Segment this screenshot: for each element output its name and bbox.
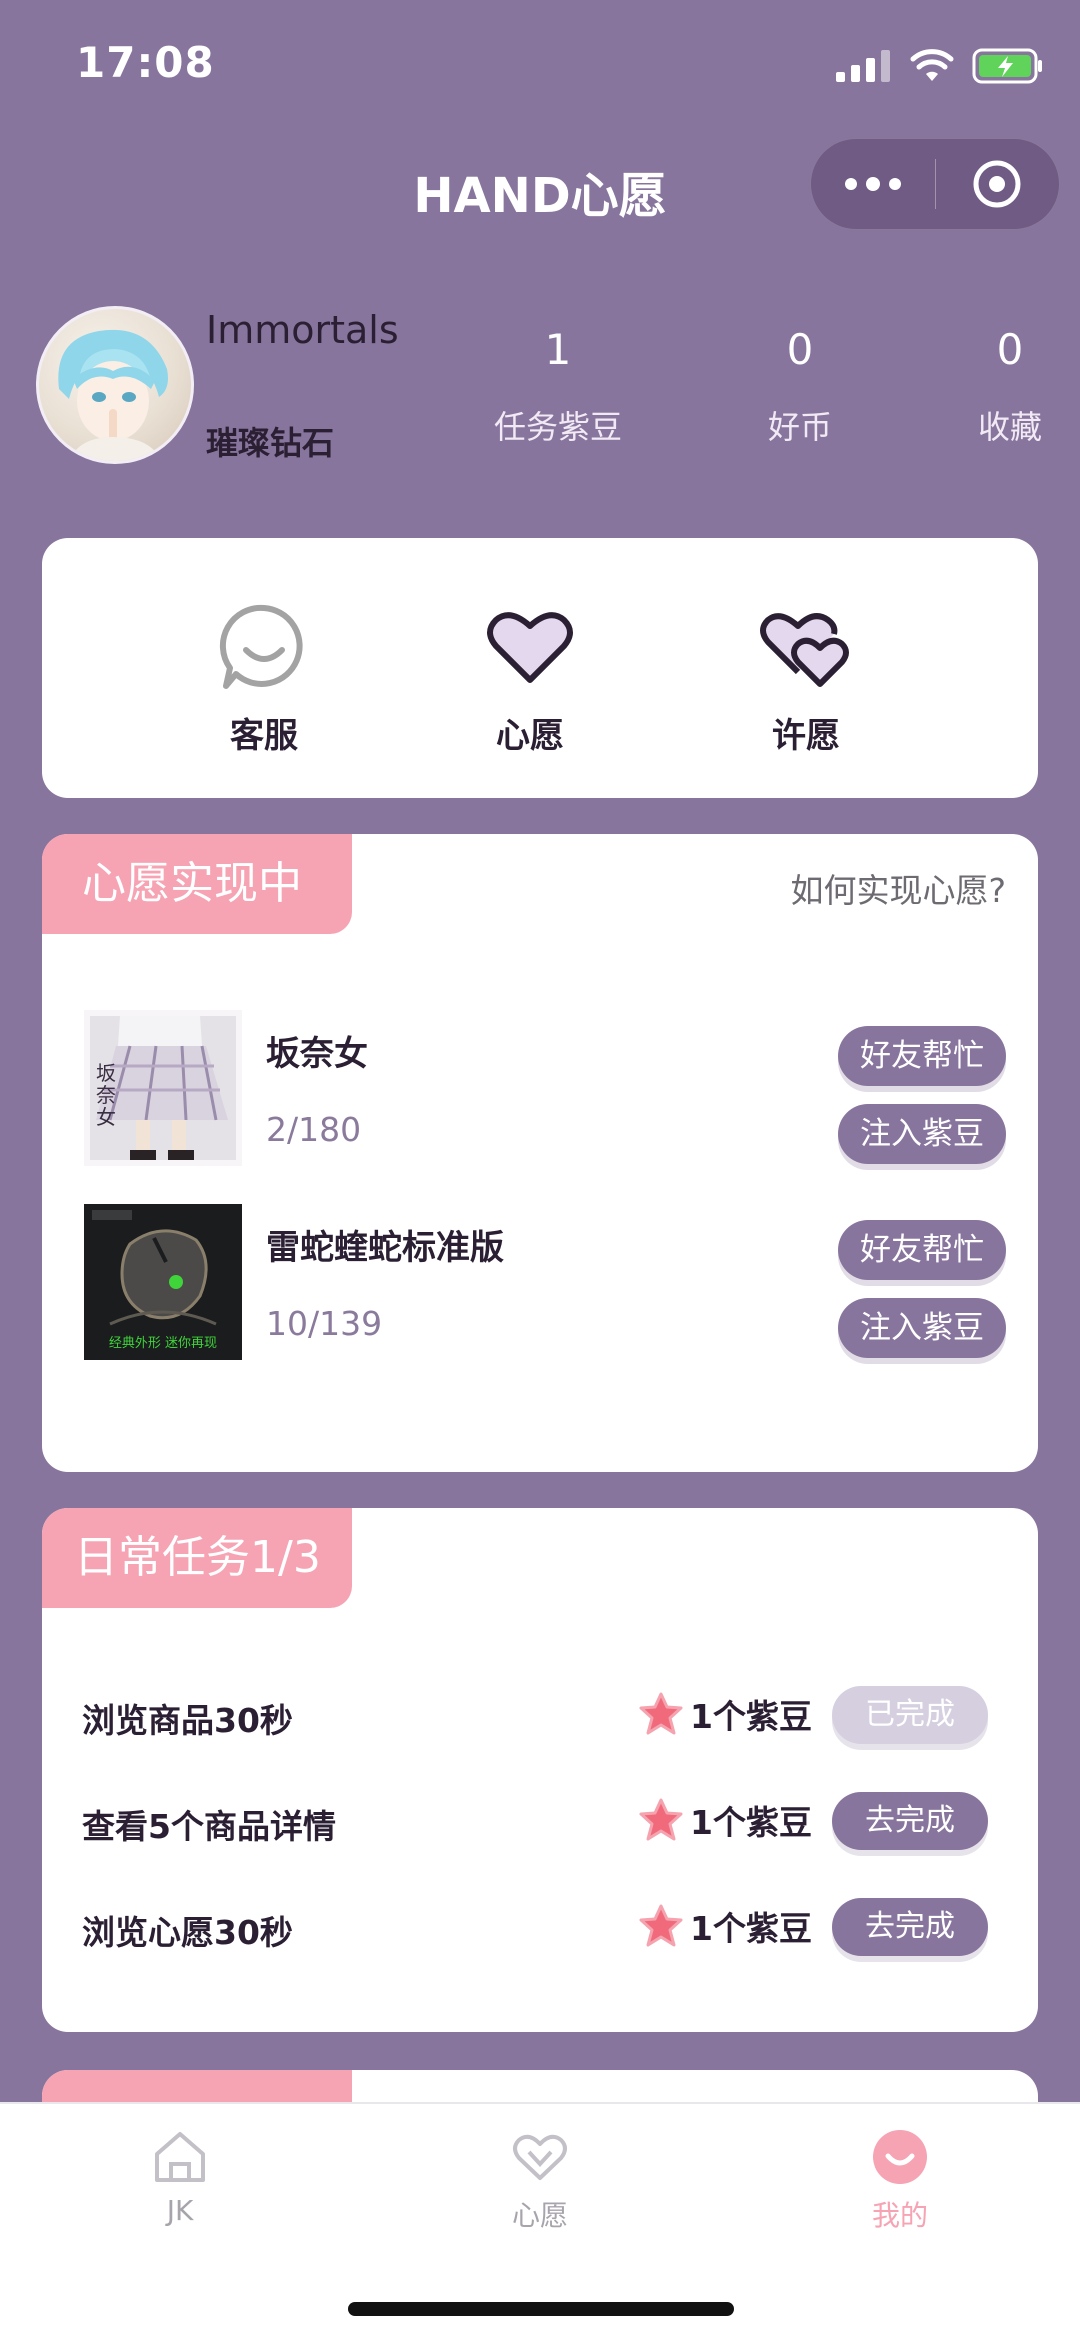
- stat-value: 0: [996, 325, 1024, 374]
- username: Immortals: [206, 308, 399, 352]
- quick-action-make-wish[interactable]: 许愿: [706, 598, 906, 757]
- wish-thumbnail[interactable]: 经典外形 迷你再现: [84, 1204, 242, 1360]
- thumb-caption: 坂奈女: [96, 1061, 116, 1129]
- friend-help-button[interactable]: 好友帮忙: [838, 1026, 1006, 1086]
- stat-favorites[interactable]: 0 收藏: [930, 320, 1080, 448]
- quick-action-label: 客服: [230, 716, 298, 756]
- tab-jk[interactable]: JK: [80, 2128, 280, 2227]
- more-button[interactable]: [811, 138, 935, 230]
- wish-progress: 2/180: [266, 1110, 362, 1149]
- smile-icon: [873, 2130, 927, 2184]
- task-name: 浏览心愿30秒: [82, 1913, 293, 1952]
- star-icon: [639, 1798, 683, 1841]
- chat-smile-icon: [219, 604, 303, 689]
- quick-action-wish[interactable]: 心愿: [430, 598, 630, 757]
- star-icon: [639, 1904, 683, 1947]
- tab-wish[interactable]: 心愿: [440, 2128, 640, 2234]
- task-name: 查看5个商品详情: [82, 1807, 336, 1846]
- stat-label: 任务紫豆: [493, 408, 622, 446]
- heart-outline-icon: [513, 2134, 567, 2180]
- quick-actions-card: 客服 心愿 许愿: [42, 538, 1038, 798]
- section-tag: 心愿实现中: [42, 834, 352, 934]
- target-icon: [973, 160, 1021, 208]
- wish-progress: 10/139: [266, 1304, 383, 1343]
- wish-progress-card: 心愿实现中 如何实现心愿? 坂奈女 坂奈女 2/180 好友帮忙 注入紫豆 经典…: [42, 834, 1038, 1472]
- double-heart-icon: [760, 613, 849, 687]
- quick-action-service[interactable]: 客服: [164, 598, 364, 757]
- stat-coins[interactable]: 0 好币: [720, 320, 880, 448]
- task-go-button[interactable]: 去完成: [832, 1792, 988, 1850]
- more-dots-icon: [844, 177, 901, 191]
- task-reward: 1个紫豆: [638, 1796, 812, 1844]
- heart-icon: [487, 612, 573, 683]
- section-tag: 日常任务1/3: [42, 1508, 352, 1608]
- tab-label: JK: [166, 2194, 194, 2227]
- stat-label: 收藏: [977, 408, 1042, 446]
- inject-beans-button[interactable]: 注入紫豆: [838, 1104, 1006, 1164]
- home-icon: [155, 2132, 205, 2182]
- quick-action-label: 许愿: [772, 716, 840, 756]
- friend-help-button[interactable]: 好友帮忙: [838, 1220, 1006, 1280]
- tab-label: 心愿: [511, 2199, 568, 2232]
- tab-label: 我的: [871, 2199, 928, 2232]
- task-reward: 1个紫豆: [638, 1902, 812, 1950]
- wish-name: 雷蛇蝰蛇标准版: [266, 1228, 504, 1268]
- status-icons: [836, 46, 1044, 86]
- battery-icon: [972, 48, 1042, 84]
- task-name: 浏览商品30秒: [82, 1701, 293, 1740]
- user-rank: 璀璨钻石: [206, 424, 335, 462]
- star-icon: [639, 1692, 683, 1735]
- inject-beans-button[interactable]: 注入紫豆: [838, 1298, 1006, 1358]
- wifi-icon: [910, 49, 954, 81]
- close-miniprogram-button[interactable]: [936, 138, 1060, 230]
- reward-text: 1个紫豆: [690, 1909, 812, 1948]
- avatar[interactable]: [36, 306, 194, 464]
- wish-name: 坂奈女: [266, 1034, 368, 1074]
- daily-tasks-card: 日常任务1/3 浏览商品30秒 1个紫豆 已完成 查看5个商品详情 1个紫豆 去…: [42, 1508, 1038, 2032]
- task-reward: 1个紫豆: [638, 1690, 812, 1738]
- how-to-wish-link[interactable]: 如何实现心愿?: [790, 864, 1006, 912]
- quick-action-label: 心愿: [496, 716, 564, 756]
- task-go-button[interactable]: 去完成: [832, 1898, 988, 1956]
- stat-value: 0: [786, 325, 814, 374]
- stat-label: 好币: [767, 408, 832, 446]
- tab-mine[interactable]: 我的: [800, 2128, 1000, 2234]
- avatar-illustration: [58, 329, 168, 461]
- miniprogram-capsule: [810, 138, 1060, 230]
- stat-task-beans[interactable]: 1 任务紫豆: [478, 320, 638, 448]
- thumb-caption: 经典外形 迷你再现: [108, 1336, 218, 1351]
- signal-icon: [836, 50, 890, 82]
- status-time: 17:08: [76, 38, 215, 87]
- task-done-button[interactable]: 已完成: [832, 1686, 988, 1744]
- reward-text: 1个紫豆: [690, 1697, 812, 1736]
- reward-text: 1个紫豆: [690, 1803, 812, 1842]
- home-indicator: [348, 2302, 734, 2316]
- stat-value: 1: [544, 325, 572, 374]
- wish-thumbnail[interactable]: 坂奈女: [84, 1010, 242, 1166]
